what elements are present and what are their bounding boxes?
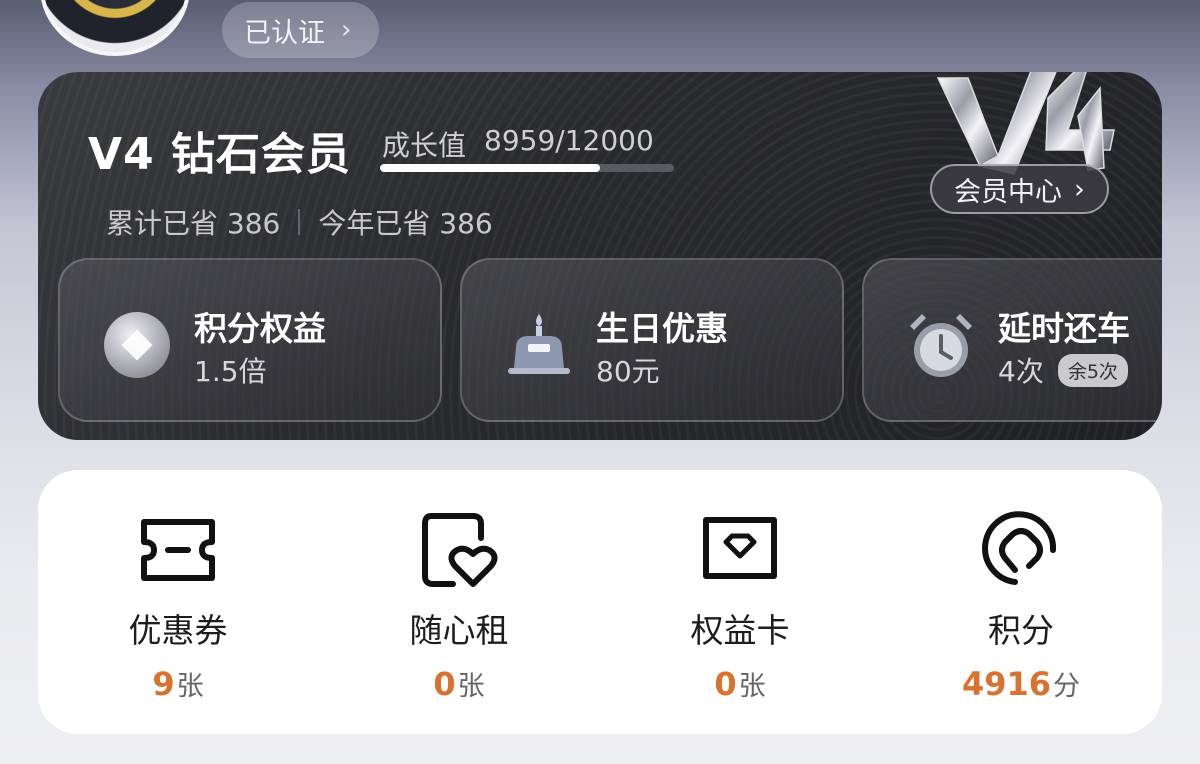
growth-value-row: 成长值 8959/12000	[382, 124, 654, 164]
asset-coupons[interactable]: 优惠券 9张	[58, 510, 298, 703]
benefit-value-row: 4次 余5次	[998, 350, 1128, 390]
savings-row: 累计已省 386 今年已省 386	[106, 202, 493, 242]
benefit-value-row: 1.5倍	[194, 350, 267, 390]
asset-count-value: 0	[433, 665, 456, 703]
asset-count: 0张	[620, 664, 860, 703]
asset-count-unit: 张	[738, 671, 766, 702]
benefit-name: 延时还车	[998, 309, 1130, 348]
asset-count-unit: 张	[457, 671, 485, 702]
member-center-label: 会员中心	[954, 176, 1062, 208]
chevron-right-icon: ›	[1074, 173, 1085, 205]
saved-year: 今年已省 386	[318, 207, 493, 240]
asset-count-value: 9	[152, 665, 175, 703]
benefit-value: 1.5倍	[194, 355, 267, 388]
benefit-name: 积分权益	[194, 309, 326, 348]
growth-progress-bar	[380, 164, 674, 172]
saved-total: 累计已省 386	[106, 207, 281, 240]
alarm-clock-icon	[910, 314, 972, 377]
benefit-value: 80元	[596, 355, 660, 388]
benefit-value-row: 80元	[596, 350, 660, 390]
asset-label: 权益卡	[690, 611, 790, 650]
benefit-card-points[interactable]: 积分权益 1.5倍	[58, 258, 442, 422]
asset-flex-rental[interactable]: 随心租 0张	[339, 510, 579, 703]
avatar[interactable]	[40, 0, 190, 56]
divider	[298, 209, 301, 235]
benefit-card-birthday[interactable]: 生日优惠 80元	[460, 258, 844, 422]
growth-progress-fill	[380, 164, 600, 172]
birthday-cake-icon	[508, 314, 570, 374]
asset-count-value: 0	[714, 665, 737, 703]
asset-points[interactable]: 积分 4916分	[901, 510, 1141, 703]
verified-label: 已认证	[244, 17, 325, 49]
asset-benefit-card[interactable]: 权益卡 0张	[620, 510, 860, 703]
member-level-title: V4 钻石会员	[88, 129, 351, 180]
asset-count-unit: 分	[1053, 671, 1081, 702]
growth-label: 成长值	[382, 129, 467, 162]
growth-value: 8959/12000	[484, 124, 654, 157]
v4-diamond-badge-icon	[936, 72, 1115, 175]
asset-count: 9张	[58, 664, 298, 703]
asset-count: 4916分	[901, 664, 1141, 703]
assets-card: 优惠券 9张 随心租 0张 权益卡 0张 积分 4916分	[38, 470, 1162, 734]
member-center-button[interactable]: 会员中心 ›	[930, 164, 1109, 214]
points-icon	[982, 511, 1057, 585]
points-diamond-icon	[104, 312, 170, 378]
asset-count-value: 4916	[961, 665, 1052, 703]
chevron-right-icon: ›	[341, 15, 352, 45]
verified-button[interactable]: 已认证 ›	[222, 2, 380, 58]
asset-label: 优惠券	[128, 611, 228, 650]
asset-label: 积分	[988, 611, 1054, 650]
benefit-value: 4次	[998, 355, 1044, 388]
benefit-card-icon	[703, 517, 777, 579]
asset-count-unit: 张	[176, 671, 204, 702]
member-card[interactable]: V4 钻石会员 成长值 8959/12000 累计已省 386 今年已省 386…	[38, 72, 1162, 440]
benefit-card-late-return[interactable]: 延时还车 4次 余5次	[862, 258, 1162, 422]
asset-count: 0张	[339, 664, 579, 703]
benefit-name: 生日优惠	[596, 309, 728, 348]
coupon-icon	[141, 519, 215, 581]
remaining-badge: 余5次	[1057, 353, 1128, 387]
asset-label: 随心租	[409, 611, 509, 650]
heart-card-icon	[422, 513, 498, 587]
